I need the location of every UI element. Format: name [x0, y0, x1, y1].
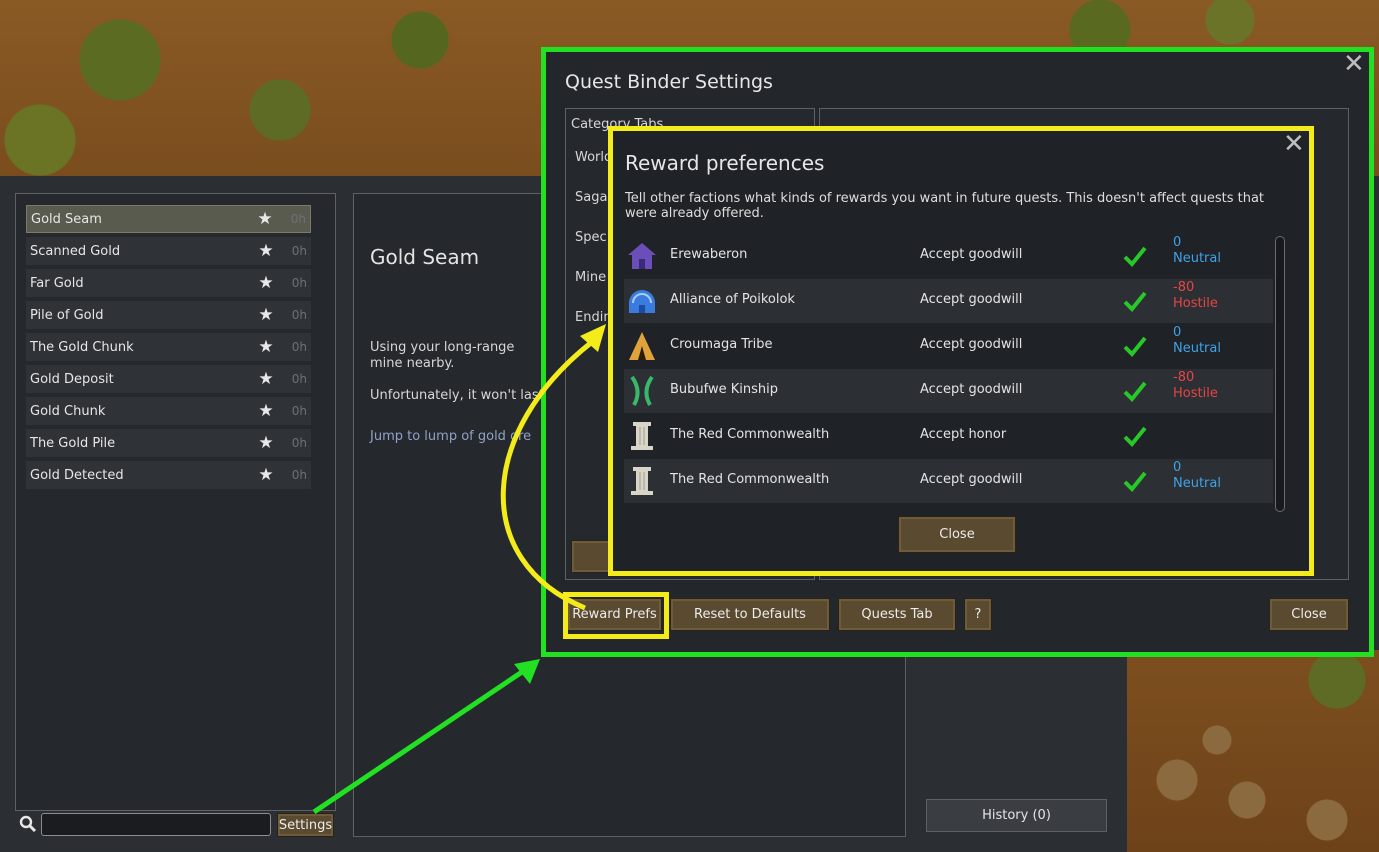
history-button[interactable]: History (0)	[926, 799, 1107, 832]
star-icon[interactable]: ★	[257, 433, 275, 453]
quest-item-label: Gold Deposit	[30, 371, 114, 387]
star-icon[interactable]: ★	[257, 337, 275, 357]
settings-button[interactable]: Settings	[277, 813, 334, 837]
star-icon[interactable]: ★	[257, 465, 275, 485]
search-input[interactable]	[41, 813, 271, 836]
star-icon[interactable]: ★	[257, 273, 275, 293]
quest-item-label: Far Gold	[30, 275, 84, 291]
quest-item-time: 0h	[291, 436, 307, 450]
star-icon[interactable]: ★	[256, 209, 274, 229]
star-icon[interactable]: ★	[257, 241, 275, 261]
quest-item-time: 0h	[291, 404, 307, 418]
star-icon[interactable]: ★	[257, 305, 275, 325]
quest-item-time: 0h	[291, 308, 307, 322]
quest-item-label: Gold Seam	[31, 211, 102, 227]
quest-item[interactable]: Far Gold ★ 0h	[26, 269, 311, 297]
quest-item[interactable]: Gold Chunk ★ 0h	[26, 397, 311, 425]
quest-item-time: 0h	[291, 276, 307, 290]
quest-item-time: 0h	[291, 468, 307, 482]
quest-item[interactable]: Gold Detected ★ 0h	[26, 461, 311, 489]
quest-item-label: Gold Chunk	[30, 403, 106, 419]
quest-item[interactable]: Scanned Gold ★ 0h	[26, 237, 311, 265]
quest-detail-title: Gold Seam	[370, 245, 480, 269]
quest-item[interactable]: The Gold Pile ★ 0h	[26, 429, 311, 457]
star-icon[interactable]: ★	[257, 369, 275, 389]
star-icon[interactable]: ★	[257, 401, 275, 421]
quest-item-time: 0h	[291, 340, 307, 354]
quest-item-time: 0h	[291, 372, 307, 386]
search-icon	[19, 815, 37, 833]
quest-item-label: Gold Detected	[30, 467, 124, 483]
quest-detail-description-2: Unfortunately, it won't last -	[370, 388, 553, 403]
quest-item[interactable]: Gold Deposit ★ 0h	[26, 365, 311, 393]
jump-to-link[interactable]: Jump to lump of gold ore	[370, 429, 531, 444]
quest-list-panel: Gold Seam ★ 0h Scanned Gold ★ 0h Far Gol…	[15, 193, 336, 811]
reward-dialog-highlight	[608, 126, 1314, 576]
reward-prefs-button-highlight	[563, 592, 669, 639]
quest-item[interactable]: The Gold Chunk ★ 0h	[26, 333, 311, 361]
quest-item[interactable]: Gold Seam ★ 0h	[26, 205, 311, 233]
quest-detail-description: Using your long-range mine nearby.	[370, 340, 515, 371]
world-map-background-right	[1127, 650, 1379, 852]
quest-item[interactable]: Pile of Gold ★ 0h	[26, 301, 311, 329]
quest-item-label: Scanned Gold	[30, 243, 121, 259]
quest-item-label: The Gold Chunk	[30, 339, 134, 355]
quest-item-label: Pile of Gold	[30, 307, 104, 323]
quest-item-time: 0h	[291, 244, 307, 258]
quest-item-time: 0h	[290, 212, 306, 226]
quest-item-label: The Gold Pile	[30, 435, 116, 451]
